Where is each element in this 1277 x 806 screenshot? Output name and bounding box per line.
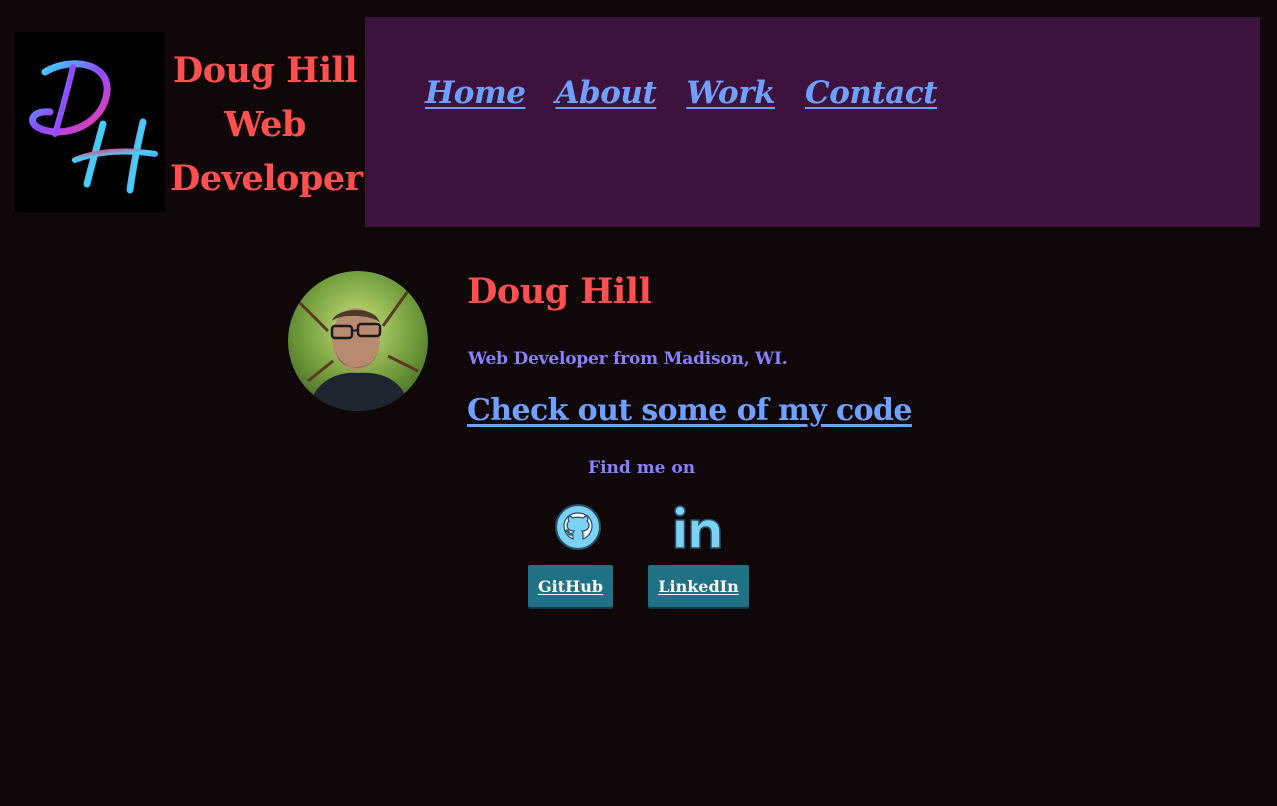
profile-tagline: Web Developer from Madison, WI. bbox=[468, 349, 788, 369]
github-button[interactable]: GitHub bbox=[528, 565, 613, 607]
linkedin-icon[interactable] bbox=[673, 504, 723, 550]
linkedin-button[interactable]: LinkedIn bbox=[648, 565, 749, 607]
site-title-line2: Web bbox=[224, 104, 306, 145]
site-title: Doug Hill Web Developer bbox=[170, 44, 363, 206]
site-title-line3: Developer bbox=[170, 158, 363, 199]
nav-link-contact[interactable]: Contact bbox=[805, 75, 938, 111]
main-nav: Home About Work Contact bbox=[365, 17, 1260, 227]
page: Doug Hill Web Developer Home About Work … bbox=[0, 0, 1277, 806]
find-me-heading: Find me on bbox=[588, 458, 696, 478]
dh-logo-icon[interactable] bbox=[15, 32, 165, 212]
profile-name: Doug Hill bbox=[467, 271, 652, 312]
code-link[interactable]: Check out some of my code bbox=[467, 393, 912, 428]
nav-link-about[interactable]: About bbox=[556, 75, 657, 111]
github-icon[interactable] bbox=[555, 504, 601, 550]
nav-link-work[interactable]: Work bbox=[686, 75, 775, 111]
site-title-line1: Doug Hill bbox=[172, 50, 358, 91]
nav-link-home[interactable]: Home bbox=[425, 75, 526, 111]
profile-photo bbox=[288, 271, 428, 411]
nav-links: Home About Work Contact bbox=[425, 75, 938, 111]
